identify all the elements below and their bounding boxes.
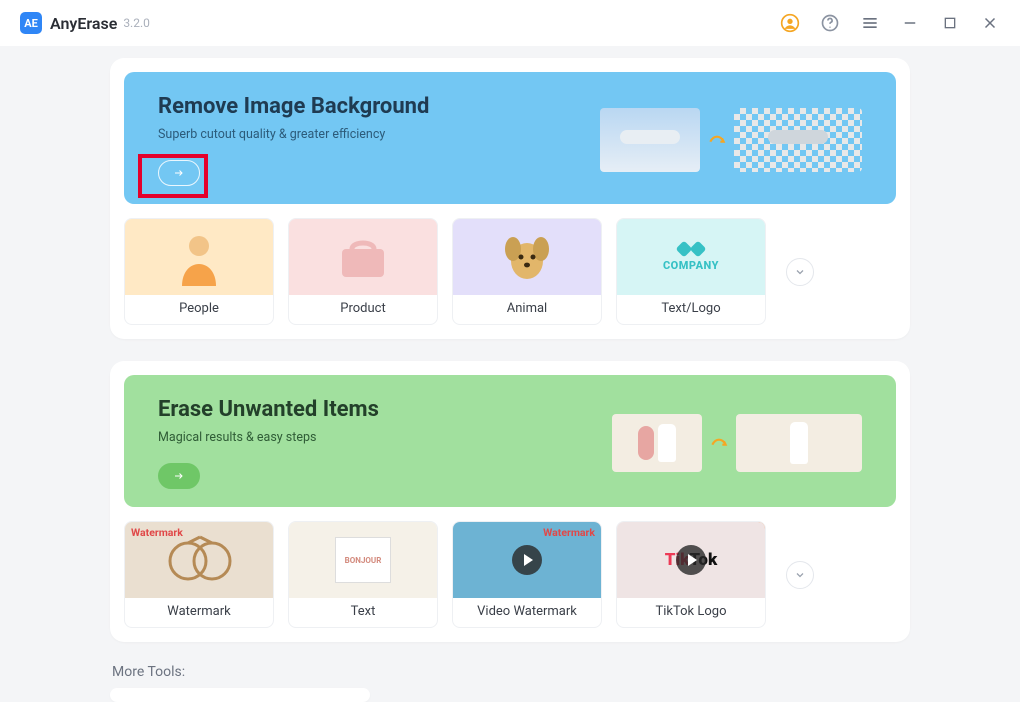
bg-category-row: People Product Animal COMPANY Text/Lo — [124, 218, 896, 325]
more-tools-heading: More Tools: — [112, 664, 910, 680]
card-label: Text/Logo — [617, 295, 765, 324]
tiktok-preview: TikTok — [617, 522, 765, 598]
company-text: COMPANY — [663, 259, 719, 272]
erase-category-row: Watermark Watermark BONJOUR Text Waterma… — [124, 521, 896, 628]
category-watermark[interactable]: Watermark Watermark — [124, 521, 274, 628]
watermark-preview: Watermark — [125, 522, 273, 598]
play-icon — [512, 545, 542, 575]
remove-background-panel: Remove Image Background Superb cutout qu… — [110, 58, 910, 339]
bg-next-button[interactable] — [786, 258, 814, 286]
text-preview: BONJOUR — [289, 522, 437, 598]
category-product[interactable]: Product — [288, 218, 438, 325]
banner-preview — [600, 94, 862, 186]
card-label: Product — [289, 295, 437, 324]
erase-go-button[interactable] — [158, 463, 200, 489]
help-icon[interactable] — [820, 13, 840, 33]
animal-icon — [453, 219, 601, 295]
play-icon — [676, 545, 706, 575]
app-name: AnyErase — [50, 14, 117, 33]
card-label: Animal — [453, 295, 601, 324]
watermark-overlay-text: Watermark — [131, 526, 183, 539]
product-icon — [289, 219, 437, 295]
category-tiktok[interactable]: HOT! TikTok TikTok Logo — [616, 521, 766, 628]
category-text-logo[interactable]: COMPANY Text/Logo — [616, 218, 766, 325]
remove-bg-go-button[interactable] — [158, 160, 200, 186]
watermark-overlay-text: Watermark — [543, 526, 595, 539]
people-icon — [125, 219, 273, 295]
app-logo: AE — [20, 12, 42, 34]
card-label: Watermark — [125, 598, 273, 627]
close-icon[interactable] — [980, 13, 1000, 33]
card-label: People — [125, 295, 273, 324]
maximize-icon[interactable] — [940, 13, 960, 33]
logo-icon: COMPANY — [617, 219, 765, 295]
app-version: 3.2.0 — [123, 16, 150, 30]
tote-text: BONJOUR — [335, 537, 391, 583]
menu-icon[interactable] — [860, 13, 880, 33]
banner-title: Erase Unwanted Items — [158, 397, 379, 422]
card-label: Text — [289, 598, 437, 627]
card-label: TikTok Logo — [617, 598, 765, 627]
card-label: Video Watermark — [453, 598, 601, 627]
category-text[interactable]: BONJOUR Text — [288, 521, 438, 628]
erase-panel: Erase Unwanted Items Magical results & e… — [110, 361, 910, 642]
account-icon[interactable] — [780, 13, 800, 33]
banner-subtitle: Superb cutout quality & greater efficien… — [158, 127, 429, 142]
category-animal[interactable]: Animal — [452, 218, 602, 325]
more-tools-card[interactable] — [110, 688, 370, 702]
category-people[interactable]: People — [124, 218, 274, 325]
erase-banner[interactable]: Erase Unwanted Items Magical results & e… — [124, 375, 896, 507]
banner-title: Remove Image Background — [158, 94, 429, 119]
erase-next-button[interactable] — [786, 561, 814, 589]
minimize-icon[interactable] — [900, 13, 920, 33]
video-preview: Watermark — [453, 522, 601, 598]
banner-subtitle: Magical results & easy steps — [158, 430, 379, 445]
remove-background-banner[interactable]: Remove Image Background Superb cutout qu… — [124, 72, 896, 204]
category-video-watermark[interactable]: Watermark Video Watermark — [452, 521, 602, 628]
banner-preview — [612, 397, 862, 489]
titlebar: AE AnyErase 3.2.0 — [0, 0, 1020, 46]
